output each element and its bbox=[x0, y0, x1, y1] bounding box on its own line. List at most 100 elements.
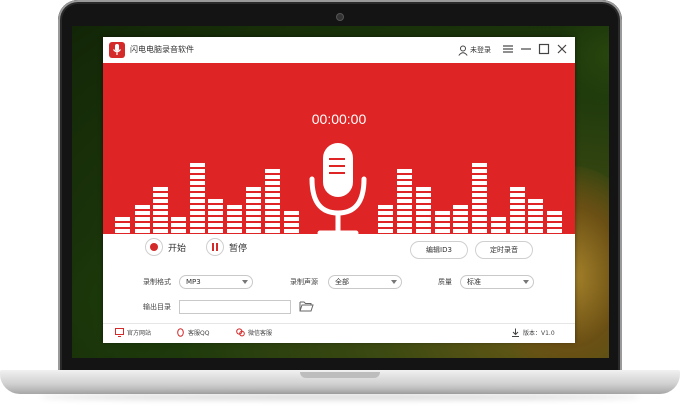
output-dir-label: 输出目录 bbox=[143, 303, 171, 311]
level-segment bbox=[453, 211, 468, 215]
level-segment bbox=[265, 217, 280, 221]
maximize-icon[interactable] bbox=[537, 42, 551, 56]
close-icon[interactable] bbox=[555, 42, 569, 56]
level-segment bbox=[416, 199, 431, 203]
app-window: 闪电电脑录音软件 未登录 00:00:00 开始 暂停 编辑ID3 定时录音 录… bbox=[103, 37, 575, 343]
quality-value: 标准 bbox=[467, 278, 481, 286]
start-button[interactable]: 开始 bbox=[145, 238, 186, 256]
settings-panel: 录制格式 MP3 录制声源 全部 质量 标准 输出目录 bbox=[103, 264, 575, 322]
level-segment bbox=[397, 199, 412, 203]
level-segment bbox=[510, 211, 525, 215]
user-icon bbox=[458, 45, 468, 56]
source-label: 录制声源 bbox=[290, 278, 318, 286]
microphone-icon bbox=[309, 143, 367, 236]
level-segment bbox=[246, 205, 261, 209]
level-segment bbox=[284, 223, 299, 227]
level-segment bbox=[190, 217, 205, 221]
pause-icon bbox=[206, 238, 224, 256]
level-segment bbox=[378, 217, 393, 221]
level-segment bbox=[472, 211, 487, 215]
laptop-camera bbox=[337, 14, 343, 20]
output-dir-input[interactable] bbox=[179, 300, 291, 314]
level-segment bbox=[453, 205, 468, 209]
level-segment bbox=[265, 169, 280, 173]
laptop-base-notch bbox=[300, 372, 380, 378]
level-segment bbox=[472, 187, 487, 191]
level-segment bbox=[190, 205, 205, 209]
level-segment bbox=[227, 205, 242, 209]
level-segment bbox=[208, 205, 223, 209]
login-label: 未登录 bbox=[470, 46, 491, 54]
level-segment bbox=[397, 229, 412, 233]
chevron-down-icon bbox=[523, 280, 529, 284]
recording-panel: 00:00:00 bbox=[103, 63, 575, 236]
level-segment bbox=[190, 193, 205, 197]
level-segment bbox=[397, 217, 412, 221]
wechat-support-link[interactable]: 微信客服 bbox=[236, 328, 272, 337]
level-segment bbox=[265, 211, 280, 215]
level-segment bbox=[453, 229, 468, 233]
schedule-recording-button[interactable]: 定时录音 bbox=[475, 241, 533, 259]
level-segment bbox=[190, 163, 205, 167]
level-segment bbox=[153, 223, 168, 227]
level-segment bbox=[416, 223, 431, 227]
record-icon bbox=[145, 238, 163, 256]
format-select[interactable]: MP3 bbox=[179, 275, 253, 289]
level-segment bbox=[246, 193, 261, 197]
level-segment bbox=[265, 205, 280, 209]
level-segment bbox=[135, 205, 150, 209]
level-segment bbox=[453, 223, 468, 227]
pause-button[interactable]: 暂停 bbox=[206, 238, 247, 256]
source-select[interactable]: 全部 bbox=[328, 275, 402, 289]
level-segment bbox=[246, 217, 261, 221]
qq-icon bbox=[177, 328, 184, 337]
level-segment bbox=[153, 199, 168, 203]
menu-icon[interactable] bbox=[501, 42, 515, 56]
level-segment bbox=[284, 211, 299, 215]
level-segment bbox=[190, 181, 205, 185]
level-segment bbox=[246, 187, 261, 191]
edit-id3-button[interactable]: 编辑ID3 bbox=[410, 241, 468, 259]
level-segment bbox=[135, 217, 150, 221]
level-segment bbox=[227, 223, 242, 227]
qq-support-link[interactable]: 客服QQ bbox=[176, 328, 209, 337]
level-segment bbox=[135, 223, 150, 227]
version-info: 版本：V1.0 bbox=[511, 328, 555, 337]
level-segment bbox=[510, 229, 525, 233]
level-segment bbox=[397, 187, 412, 191]
level-segment bbox=[472, 193, 487, 197]
start-label: 开始 bbox=[168, 243, 187, 254]
level-segment bbox=[528, 205, 543, 209]
level-segment bbox=[547, 229, 562, 233]
version-label: 版本：V1.0 bbox=[523, 330, 555, 337]
quality-select[interactable]: 标准 bbox=[460, 275, 534, 289]
level-segment bbox=[397, 181, 412, 185]
level-segment bbox=[397, 169, 412, 173]
level-segment bbox=[190, 199, 205, 203]
footer-bar: 官方网站 客服QQ 微信客服 版本：V1.0 bbox=[103, 323, 575, 343]
level-segment bbox=[153, 187, 168, 191]
level-segment bbox=[416, 211, 431, 215]
level-segment bbox=[528, 211, 543, 215]
control-bar: 开始 暂停 编辑ID3 定时录音 bbox=[103, 234, 575, 262]
qq-label: 客服QQ bbox=[188, 330, 210, 337]
level-segment bbox=[265, 223, 280, 227]
title-bar: 闪电电脑录音软件 未登录 bbox=[103, 37, 575, 63]
level-segment bbox=[378, 229, 393, 233]
level-segment bbox=[246, 211, 261, 215]
level-segment bbox=[510, 217, 525, 221]
level-segment bbox=[397, 223, 412, 227]
folder-icon[interactable] bbox=[299, 300, 314, 312]
login-button[interactable]: 未登录 bbox=[458, 42, 491, 58]
level-segment bbox=[378, 223, 393, 227]
level-segment bbox=[491, 223, 506, 227]
level-segment bbox=[528, 199, 543, 203]
level-segment bbox=[208, 223, 223, 227]
level-segment bbox=[378, 205, 393, 209]
level-segment bbox=[528, 223, 543, 227]
format-value: MP3 bbox=[186, 278, 201, 286]
level-segment bbox=[115, 217, 130, 221]
website-link[interactable]: 官方网站 bbox=[115, 328, 151, 337]
level-segment bbox=[510, 193, 525, 197]
minimize-icon[interactable] bbox=[519, 42, 533, 56]
